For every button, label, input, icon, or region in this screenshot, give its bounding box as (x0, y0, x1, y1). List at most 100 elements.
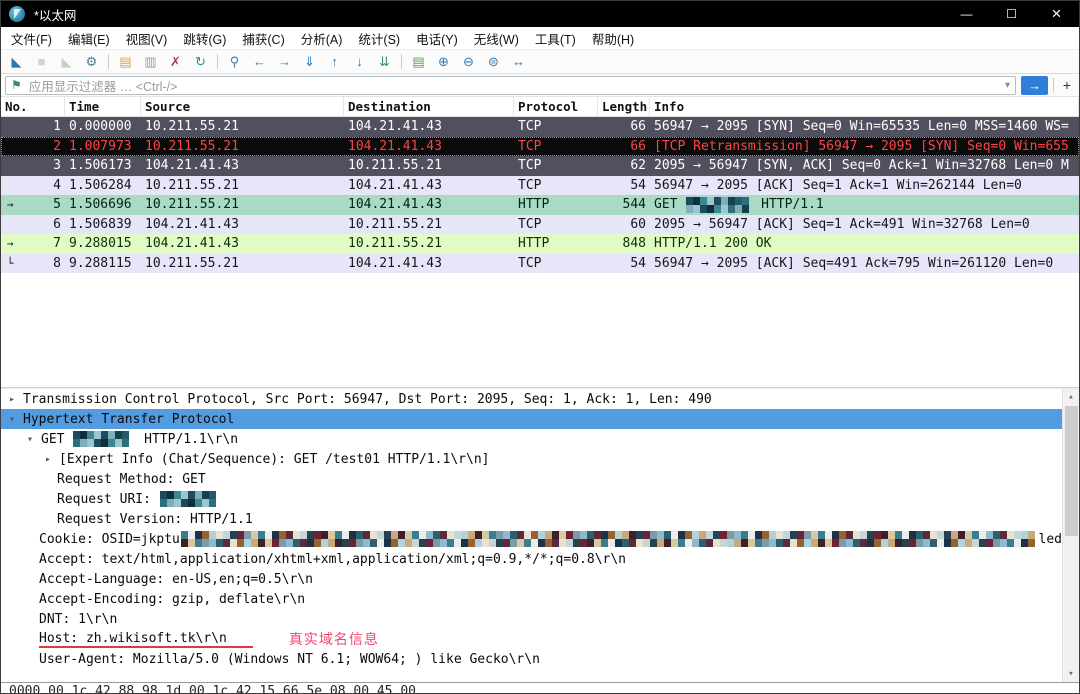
cell-source: 10.211.55.21 (141, 176, 344, 196)
go-first-packet-icon[interactable]: ↑ (323, 51, 346, 72)
wireshark-icon (9, 6, 25, 22)
display-filter-input[interactable]: ⚑ 应用显示过滤器 … <Ctrl-/> ▾ (5, 76, 1016, 95)
expand-arrow-icon[interactable]: ▸ (9, 394, 23, 405)
hex-dump-line: 0000 00 1c 42 88 98 1d 00 1c 42 15 66 5e… (9, 684, 416, 694)
collapse-arrow-icon[interactable]: ▾ (27, 434, 41, 445)
packet-row-2[interactable]: 21.00797310.211.55.21104.21.41.43TCP66[T… (1, 137, 1079, 157)
column-header-info[interactable]: Info (650, 97, 1079, 116)
http-request-line[interactable]: ▾GET HTTP/1.1\r\n (1, 429, 1062, 449)
column-header-protocol[interactable]: Protocol (514, 97, 598, 116)
reload-icon[interactable]: ↻ (189, 51, 212, 72)
menu-view[interactable]: 视图(V) (118, 29, 176, 48)
packet-details-pane: ▸Transmission Control Protocol, Src Port… (1, 389, 1079, 682)
column-header-destination[interactable]: Destination (344, 97, 514, 116)
packet-row-3[interactable]: 31.506173104.21.41.4310.211.55.21TCP6220… (1, 156, 1079, 176)
minimize-button[interactable]: — (944, 1, 989, 27)
column-header-time[interactable]: Time (65, 97, 141, 116)
cell-source: 104.21.41.43 (141, 234, 344, 254)
packet-row-1[interactable]: 10.00000010.211.55.21104.21.41.43TCP6656… (1, 117, 1079, 137)
dnt-header[interactable]: DNT: 1\r\n (1, 609, 1062, 629)
apply-filter-button[interactable]: → (1021, 76, 1048, 95)
packet-list-header: No.TimeSourceDestinationProtocolLengthIn… (1, 97, 1079, 117)
start-capture-icon[interactable]: ◣ (5, 51, 28, 72)
related-packet-marker (1, 137, 19, 157)
accept-header[interactable]: Accept: text/html,application/xhtml+xml,… (1, 549, 1062, 569)
cell-destination: 104.21.41.43 (344, 176, 514, 196)
cell-no: 2 (19, 137, 65, 157)
packet-row-8[interactable]: └89.28811510.211.55.21104.21.41.43TCP545… (1, 254, 1079, 274)
zoom-in-icon[interactable]: ⊕ (432, 51, 455, 72)
menu-tools[interactable]: 工具(T) (527, 29, 584, 48)
cell-protocol: TCP (514, 137, 598, 157)
cell-no: 4 (19, 176, 65, 196)
host-header[interactable]: Host: zh.wikisoft.tk\r\n真实域名信息 (1, 629, 1062, 649)
add-filter-button[interactable]: + (1059, 76, 1075, 95)
scroll-up-icon[interactable]: ▴ (1063, 389, 1079, 405)
maximize-button[interactable]: ☐ (989, 1, 1034, 27)
menu-help[interactable]: 帮助(H) (584, 29, 642, 48)
cell-destination: 10.211.55.21 (344, 215, 514, 235)
menu-wireless[interactable]: 无线(W) (466, 29, 527, 48)
column-header-source[interactable]: Source (141, 97, 344, 116)
expand-arrow-icon[interactable]: ▸ (45, 454, 59, 465)
cell-info: 56947 → 2095 [SYN] Seq=0 Win=65535 Len=0… (650, 117, 1079, 137)
packet-details: ▸Transmission Control Protocol, Src Port… (1, 389, 1062, 669)
cell-no: 1 (19, 117, 65, 137)
packet-row-5[interactable]: →51.50669610.211.55.21104.21.41.43HTTP54… (1, 195, 1079, 215)
request-uri-text: Request URI: (57, 492, 159, 507)
request-version[interactable]: Request Version: HTTP/1.1 (1, 509, 1062, 529)
packet-row-7[interactable]: →79.288015104.21.41.4310.211.55.21HTTP84… (1, 234, 1079, 254)
request-method[interactable]: Request Method: GET (1, 469, 1062, 489)
zoom-original-icon[interactable]: ⊜ (482, 51, 505, 72)
column-header-length[interactable]: Length (598, 97, 650, 116)
cell-no: 6 (19, 215, 65, 235)
cell-protocol: TCP (514, 117, 598, 137)
go-back-icon[interactable]: ← (248, 51, 271, 72)
menu-go[interactable]: 跳转(G) (175, 29, 234, 48)
request-uri[interactable]: Request URI: (1, 489, 1062, 509)
cell-length: 66 (598, 137, 650, 157)
packet-row-4[interactable]: 41.50628410.211.55.21104.21.41.43TCP5456… (1, 176, 1079, 196)
collapse-arrow-icon[interactable]: ▾ (9, 414, 23, 425)
tcp-summary[interactable]: ▸Transmission Control Protocol, Src Port… (1, 389, 1062, 409)
filter-separator (1053, 78, 1054, 93)
resize-columns-icon[interactable]: ↔ (507, 51, 530, 72)
find-packet-icon[interactable]: ⚲ (223, 51, 246, 72)
cell-time: 9.288015 (65, 234, 141, 254)
cell-info: 56947 → 2095 [ACK] Seq=1 Ack=1 Win=26214… (650, 176, 1079, 196)
cookie-header[interactable]: Cookie: OSID=jkptuled (1, 529, 1062, 549)
cell-protocol: TCP (514, 254, 598, 274)
scrollbar-thumb[interactable] (1065, 406, 1078, 536)
user-agent-header[interactable]: User-Agent: Mozilla/5.0 (Windows NT 6.1;… (1, 649, 1062, 669)
menu-telephony[interactable]: 电话(Y) (408, 29, 466, 48)
filter-bookmark-icon[interactable]: ⚑ (11, 78, 22, 92)
menu-analyze[interactable]: 分析(A) (293, 29, 351, 48)
go-last-packet-icon[interactable]: ↓ (348, 51, 371, 72)
details-scrollbar[interactable]: ▴ ▾ (1062, 389, 1079, 682)
close-file-icon[interactable]: ✗ (164, 51, 187, 72)
accept-encoding-header[interactable]: Accept-Encoding: gzip, deflate\r\n (1, 589, 1062, 609)
menu-file[interactable]: 文件(F) (3, 29, 60, 48)
toolbar-separator (217, 54, 218, 69)
capture-options-icon[interactable]: ⚙ (80, 51, 103, 72)
save-file-icon[interactable]: ▥ (139, 51, 162, 72)
accept-language-header[interactable]: Accept-Language: en-US,en;q=0.5\r\n (1, 569, 1062, 589)
menu-capture[interactable]: 捕获(C) (234, 29, 292, 48)
packet-row-6[interactable]: 61.506839104.21.41.4310.211.55.21TCP6020… (1, 215, 1079, 235)
related-packet-marker (1, 176, 19, 196)
http-protocol[interactable]: ▾Hypertext Transfer Protocol (1, 409, 1062, 429)
scroll-down-icon[interactable]: ▾ (1063, 666, 1079, 682)
go-to-packet-icon[interactable]: ⇓ (298, 51, 321, 72)
menu-statistics[interactable]: 统计(S) (350, 29, 408, 48)
cell-info: HTTP/1.1 200 OK (650, 234, 1079, 254)
go-forward-icon[interactable]: → (273, 51, 296, 72)
colorize-icon[interactable]: ▤ (407, 51, 430, 72)
zoom-out-icon[interactable]: ⊖ (457, 51, 480, 72)
auto-scroll-icon[interactable]: ⇊ (373, 51, 396, 72)
open-file-icon[interactable]: ▤ (114, 51, 137, 72)
expert-info[interactable]: ▸[Expert Info (Chat/Sequence): GET /test… (1, 449, 1062, 469)
column-header-no[interactable]: No. (1, 97, 65, 116)
filter-history-chevron-icon[interactable]: ▾ (1005, 80, 1010, 91)
menu-edit[interactable]: 编辑(E) (60, 29, 118, 48)
close-button[interactable]: × (1034, 1, 1079, 27)
